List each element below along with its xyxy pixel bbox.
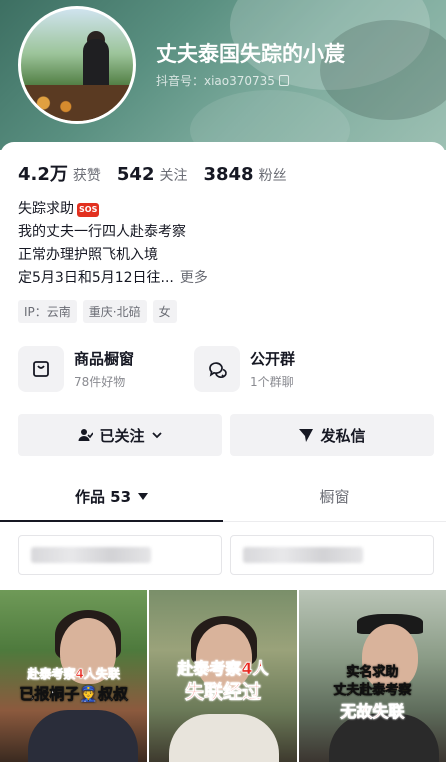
video-caption-middle: 丈夫赴泰考察 bbox=[333, 683, 412, 698]
tab-works-label: 作品 53 bbox=[74, 488, 132, 506]
bio-line-3: 正常办理护照飞机入境 bbox=[18, 247, 158, 263]
stat-likes[interactable]: 4.2万 获赞 bbox=[18, 160, 101, 186]
stat-followers-value: 3848 bbox=[203, 164, 254, 185]
paper-plane-icon bbox=[299, 429, 314, 442]
bio-more-link[interactable]: 更多 bbox=[180, 267, 208, 290]
stat-following-label: 关注 bbox=[159, 168, 188, 184]
chevron-down-icon bbox=[151, 432, 162, 439]
filter-box-left[interactable] bbox=[18, 535, 222, 575]
stat-likes-value: 4.2万 bbox=[18, 164, 68, 185]
stat-following[interactable]: 542 关注 bbox=[117, 164, 188, 185]
stat-followers-label: 粉丝 bbox=[258, 168, 287, 184]
stat-likes-label: 获赞 bbox=[72, 168, 101, 184]
tag-ip: IP：云南 bbox=[18, 300, 77, 323]
feature-entries: 商品橱窗 78件好物 公开群 1个群聊 bbox=[18, 346, 295, 392]
video-thumbnail[interactable]: 赴泰考察4人 失联经过 bbox=[149, 590, 297, 762]
action-buttons: 已关注 发私信 bbox=[18, 414, 434, 456]
stats-row: 4.2万 获赞 542 关注 3848 粉丝 bbox=[18, 160, 287, 186]
blurred-content bbox=[31, 547, 151, 563]
shop-entry-subtitle: 78件好物 bbox=[74, 375, 126, 389]
send-message-button[interactable]: 发私信 bbox=[230, 414, 434, 456]
profile-tags: IP：云南 重庆·北碚 女 bbox=[18, 300, 177, 323]
bio-line-4: 定5月3日和5月12日往... bbox=[18, 270, 174, 286]
avatar[interactable] bbox=[18, 6, 136, 124]
tag-location: 重庆·北碚 bbox=[82, 300, 147, 323]
profile-nickname: 丈夫泰国失踪的小莀 bbox=[156, 42, 345, 66]
bio-line-1: 失踪求助 bbox=[18, 201, 74, 217]
send-message-label: 发私信 bbox=[320, 426, 366, 445]
video-caption-top: 赴泰考察4人失联 bbox=[27, 667, 120, 681]
tab-showcase-label: 橱窗 bbox=[319, 488, 350, 506]
video-thumbnail[interactable]: 赴泰考察4人失联 已报桐子👮叔叔 bbox=[0, 590, 148, 762]
content-tabs: 作品 53 橱窗 bbox=[0, 472, 446, 522]
douyin-id-text: 抖音号：xiao370735 bbox=[156, 74, 275, 88]
user-check-icon bbox=[78, 429, 94, 441]
tab-showcase[interactable]: 橱窗 bbox=[223, 472, 446, 521]
filter-row bbox=[18, 535, 434, 575]
shopping-bag-icon bbox=[18, 346, 64, 392]
sos-badge: SOS bbox=[77, 202, 100, 217]
filter-box-right[interactable] bbox=[230, 535, 434, 575]
tab-works[interactable]: 作品 53 bbox=[0, 472, 223, 522]
video-caption-main: 已报桐子👮叔叔 bbox=[19, 685, 128, 703]
following-button-label: 已关注 bbox=[99, 426, 145, 445]
video-caption-main: 无故失联 bbox=[340, 702, 405, 721]
group-entry-title: 公开群 bbox=[250, 350, 296, 368]
bio-line-2: 我的丈夫一行四人赴泰考察 bbox=[18, 224, 186, 240]
group-entry[interactable]: 公开群 1个群聊 bbox=[194, 346, 295, 392]
chat-bubbles-icon bbox=[194, 346, 241, 392]
shop-entry-title: 商品橱窗 bbox=[74, 350, 135, 368]
video-grid: 赴泰考察4人失联 已报桐子👮叔叔 赴泰考察4人 失联经过 实名求助 丈夫赴泰考察… bbox=[0, 590, 446, 762]
profile-card: 4.2万 获赞 542 关注 3848 粉丝 失踪求助 SOS 我的丈夫一行四人… bbox=[0, 142, 446, 762]
video-thumbnail[interactable]: 实名求助 丈夫赴泰考察 无故失联 bbox=[298, 590, 446, 762]
group-entry-subtitle: 1个群聊 bbox=[250, 375, 294, 389]
douyin-id[interactable]: 抖音号：xiao370735 bbox=[156, 72, 289, 89]
video-caption-main: 失联经过 bbox=[184, 681, 262, 703]
stat-following-value: 542 bbox=[116, 164, 155, 185]
stat-followers[interactable]: 3848 粉丝 bbox=[203, 164, 286, 185]
video-caption-top: 实名求助 bbox=[346, 665, 399, 680]
caret-down-icon bbox=[138, 493, 149, 500]
copy-icon[interactable] bbox=[278, 75, 289, 86]
video-caption-top: 赴泰考察4人 bbox=[177, 659, 269, 678]
shop-entry[interactable]: 商品橱窗 78件好物 bbox=[18, 346, 134, 392]
tag-gender: 女 bbox=[152, 300, 177, 323]
bio[interactable]: 失踪求助 SOS 我的丈夫一行四人赴泰考察 正常办理护照飞机入境 定5月3日和5… bbox=[18, 198, 208, 290]
blurred-content bbox=[243, 547, 363, 563]
following-button[interactable]: 已关注 bbox=[18, 414, 222, 456]
